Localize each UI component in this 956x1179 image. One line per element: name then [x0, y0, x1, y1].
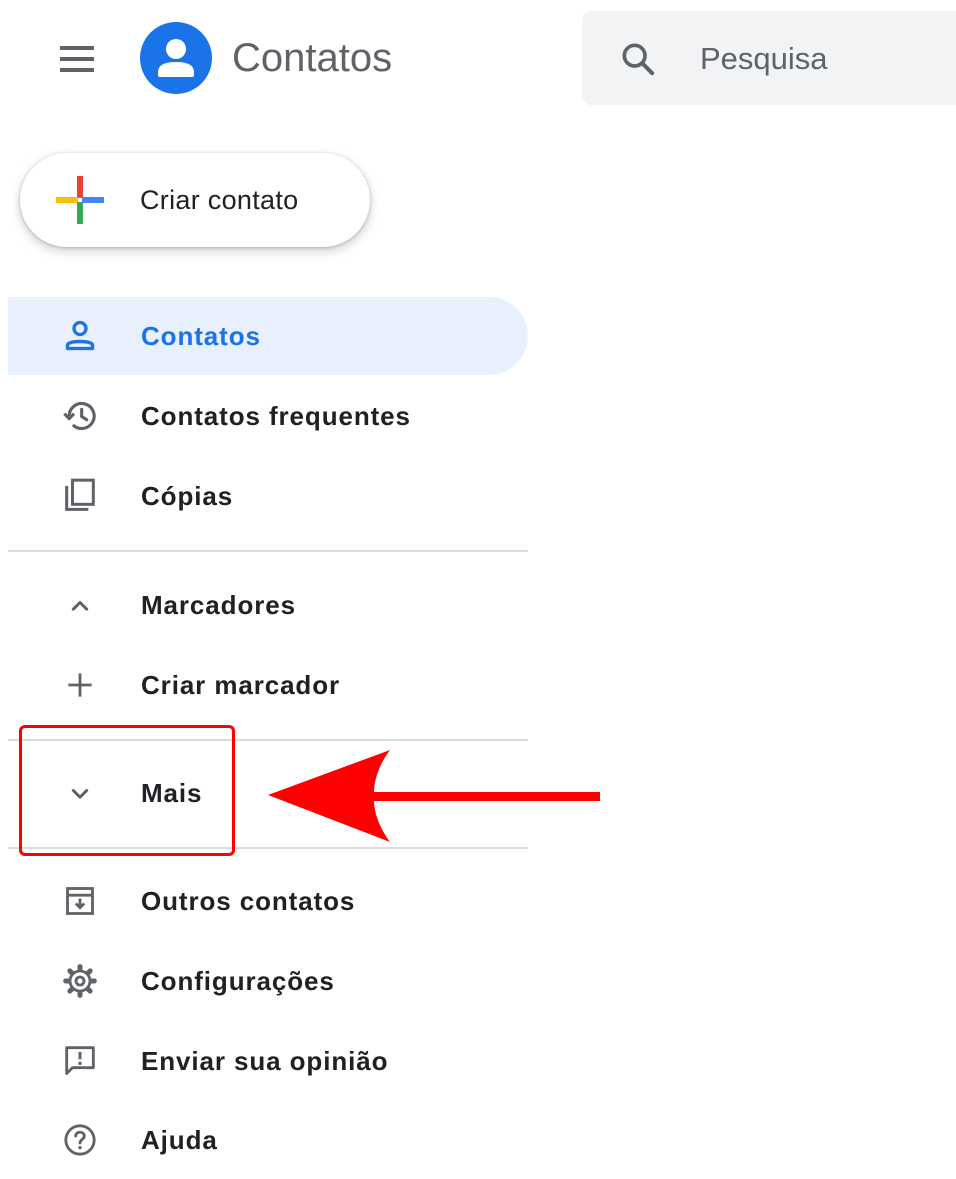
nav-item-contatos[interactable]: Contatos [8, 297, 528, 375]
hamburger-menu-icon [60, 46, 94, 72]
nav-label-contatos-frequentes: Contatos frequentes [141, 401, 411, 431]
app-title: Contatos [232, 36, 393, 80]
nav-label-enviar-opiniao: Enviar sua opinião [141, 1046, 389, 1076]
nav-label-criar-marcador: Criar marcador [141, 670, 341, 700]
nav-item-criar-marcador[interactable]: Criar marcador [8, 646, 528, 724]
nav-label-outros-contatos: Outros contatos [141, 886, 356, 916]
copy-icon [65, 478, 95, 511]
nav-label-marcadores: Marcadores [141, 590, 296, 620]
nav-label-copias: Cópias [141, 481, 234, 511]
search-bar[interactable] [582, 11, 956, 105]
nav-item-enviar-opiniao[interactable]: Enviar sua opinião [8, 1022, 528, 1100]
nav-label-contatos: Contatos [141, 321, 261, 351]
archive-icon [66, 887, 94, 915]
nav-divider [8, 550, 528, 552]
nav-label-configuracoes: Configurações [141, 966, 335, 996]
create-contact-label: Criar contato [140, 185, 299, 215]
account-circle-icon [140, 22, 212, 94]
person-icon [65, 320, 95, 351]
nav-item-outros-contatos[interactable]: Outros contatos [8, 862, 528, 940]
nav-item-contatos-frequentes[interactable]: Contatos frequentes [8, 377, 528, 455]
nav-item-ajuda[interactable]: Ajuda [8, 1101, 528, 1179]
nav-item-configuracoes[interactable]: Configurações [8, 942, 528, 1020]
app-logo[interactable] [140, 22, 212, 94]
feedback-icon [65, 1046, 95, 1075]
gear-icon [63, 964, 97, 998]
colored-plus-icon [56, 176, 104, 224]
chevron-up-icon [71, 601, 89, 611]
main-menu-button[interactable] [56, 42, 100, 76]
search-icon[interactable] [618, 39, 658, 79]
search-input[interactable] [700, 37, 940, 81]
help-icon [64, 1124, 96, 1156]
nav-item-marcadores[interactable]: Marcadores [8, 566, 528, 644]
nav-item-copias[interactable]: Cópias [8, 457, 528, 535]
create-contact-button[interactable]: Criar contato [20, 153, 370, 247]
nav-label-ajuda: Ajuda [141, 1125, 218, 1155]
annotation-highlight-box [19, 725, 235, 856]
plus-icon [68, 673, 92, 697]
history-icon [63, 401, 96, 431]
annotation-arrow-icon [268, 750, 600, 842]
